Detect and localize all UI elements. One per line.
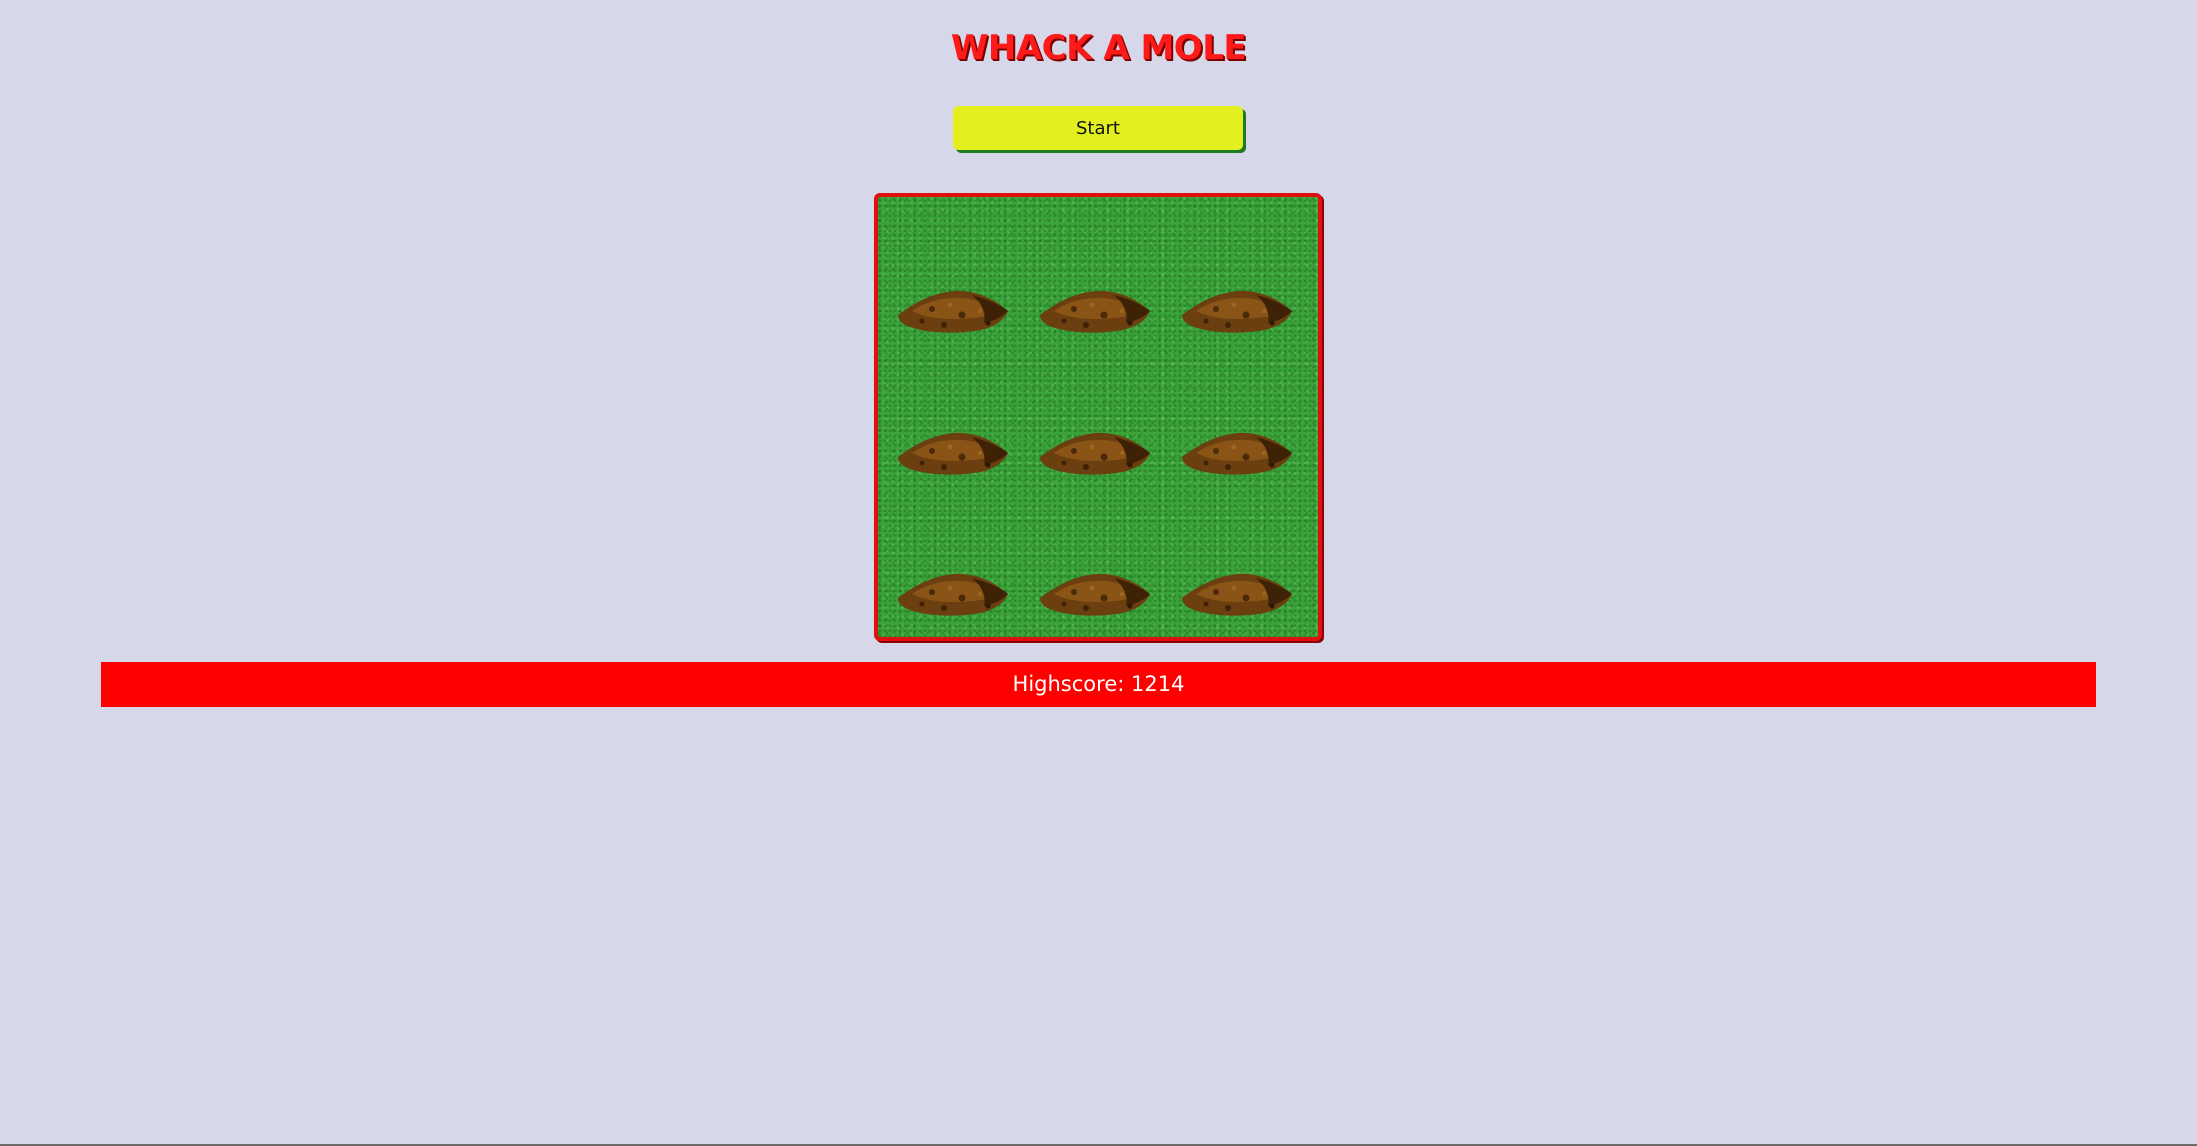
dirt-mound-icon <box>1176 423 1300 483</box>
highscore-text: Highscore: 1214 <box>1012 672 1185 696</box>
mole-hole-4[interactable] <box>892 423 1016 483</box>
mole-hole-3[interactable] <box>1176 281 1300 341</box>
mole-hole-8[interactable] <box>1034 564 1158 624</box>
mole-hole-5[interactable] <box>1034 423 1158 483</box>
mole-hole-9[interactable] <box>1176 564 1300 624</box>
mole-hole-7[interactable] <box>892 564 1016 624</box>
dirt-mound-icon <box>1034 281 1158 341</box>
mole-hole-6[interactable] <box>1176 423 1300 483</box>
dirt-mound-icon <box>1176 564 1300 624</box>
mole-hole-1[interactable] <box>892 281 1016 341</box>
game-title: WHACK A MOLE <box>950 28 1247 68</box>
dirt-mound-icon <box>1034 564 1158 624</box>
dirt-mound-icon <box>892 281 1016 341</box>
dirt-mound-icon <box>892 423 1016 483</box>
dirt-mound-icon <box>1034 423 1158 483</box>
highscore-bar: Highscore: 1214 <box>101 662 2096 707</box>
start-button[interactable]: Start <box>953 106 1243 150</box>
mole-hole-2[interactable] <box>1034 281 1158 341</box>
game-board <box>874 193 1322 641</box>
dirt-mound-icon <box>1176 281 1300 341</box>
dirt-mound-icon <box>892 564 1016 624</box>
